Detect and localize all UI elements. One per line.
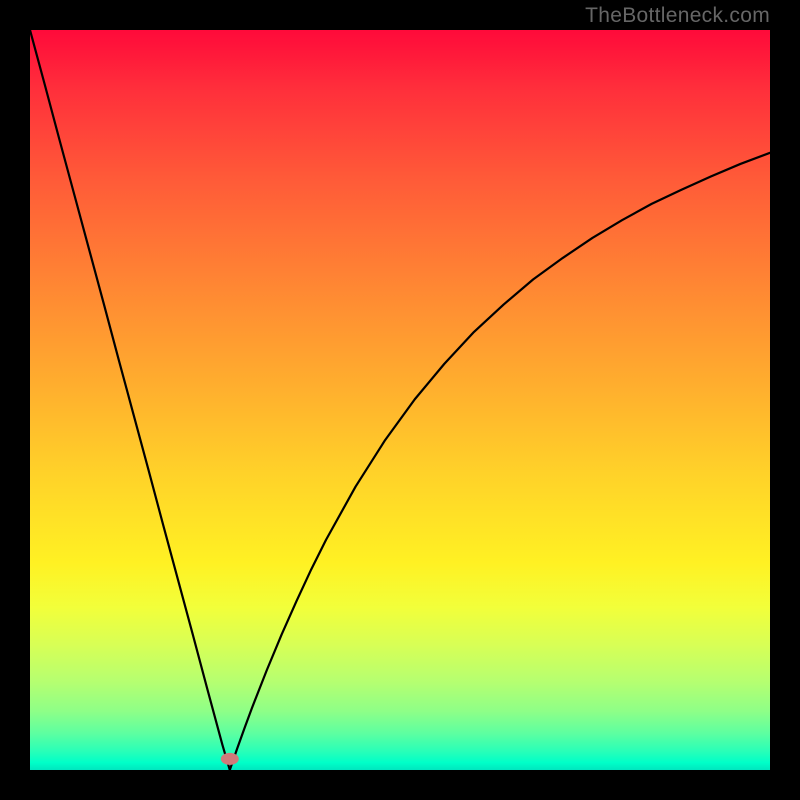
curve-svg [30, 30, 770, 770]
bottleneck-curve [30, 30, 770, 770]
chart-frame: TheBottleneck.com [0, 0, 800, 800]
plot-area [30, 30, 770, 770]
min-marker [221, 753, 239, 765]
watermark-text: TheBottleneck.com [585, 4, 770, 28]
